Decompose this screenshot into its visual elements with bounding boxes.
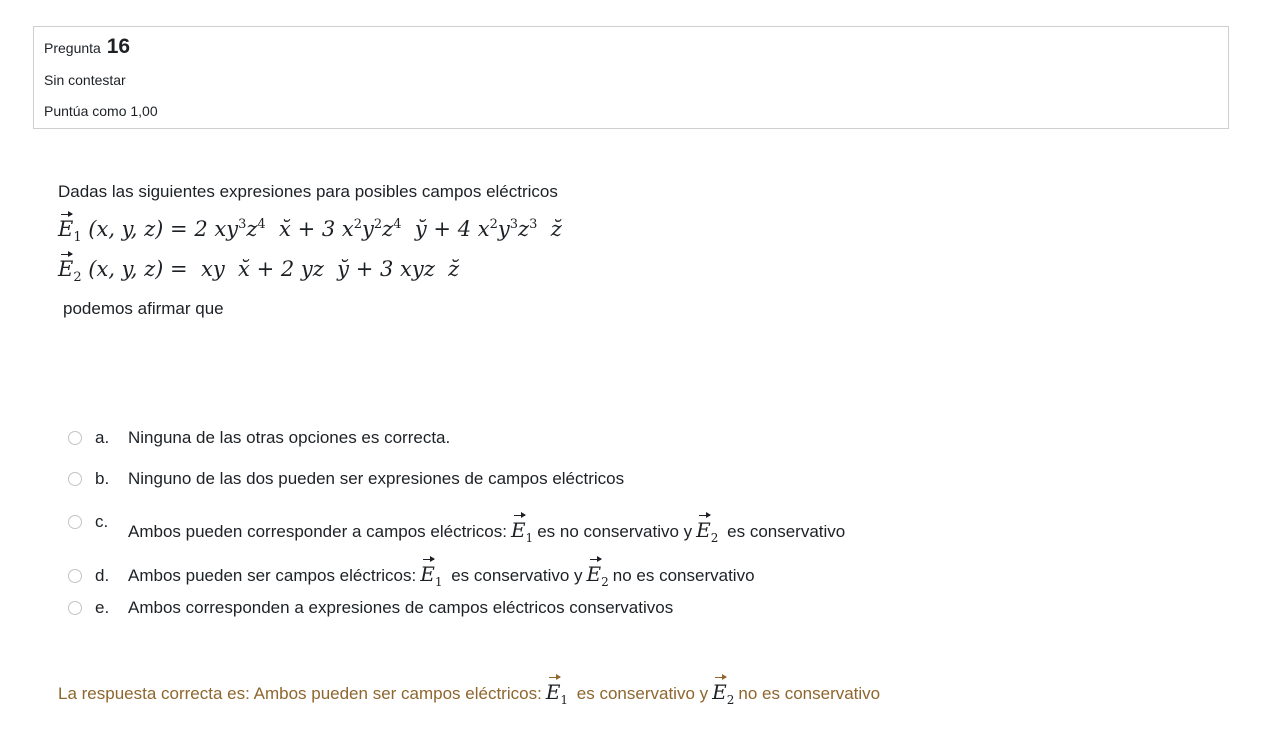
math-e1: E1	[510, 512, 534, 545]
equation-e1: E1 (x, y, z) = 2 xy3z4 x̆ + 3 x2y2z4 y̆ …	[58, 211, 562, 246]
option-letter: b.	[95, 469, 110, 488]
option-text-mid: es no conservativo y	[537, 522, 693, 541]
feedback-mid: es conservativo y	[576, 684, 709, 703]
question-grade: Puntúa como 1,00	[44, 103, 158, 119]
radio-option-b[interactable]	[68, 472, 82, 486]
question-number: Pregunta 16	[44, 35, 130, 59]
math-e1: E1	[545, 674, 569, 707]
radio-option-a[interactable]	[68, 431, 82, 445]
option-text: Ambos pueden corresponder a campos eléct…	[128, 512, 846, 545]
option-a[interactable]: a. Ninguna de las otras opciones es corr…	[68, 428, 450, 448]
option-letter: c.	[95, 512, 109, 531]
option-text: Ninguno de las dos pueden ser expresione…	[128, 469, 625, 488]
math-e2: E2	[712, 674, 735, 707]
option-text-pre: Ambos pueden corresponder a campos eléct…	[128, 522, 507, 541]
question-claim: podemos afirmar que	[63, 299, 224, 318]
question-intro: Dadas las siguientes expresiones para po…	[58, 182, 558, 201]
option-text-post: es conservativo	[727, 522, 846, 541]
feedback-pre: La respuesta correcta es: Ambos pueden s…	[58, 684, 542, 703]
option-c[interactable]: c. Ambos pueden corresponder a campos el…	[68, 512, 845, 545]
option-text-mid: es conservativo y	[451, 566, 583, 585]
radio-option-e[interactable]	[68, 601, 82, 615]
math-e1: E1	[420, 556, 443, 589]
option-text-post: no es conservativo	[612, 566, 755, 585]
question-label: Pregunta	[44, 40, 101, 56]
option-text: Ambos pueden ser campos eléctricos: E1 es…	[128, 556, 755, 589]
equation-e2: E2 (x, y, z) = xy x̆ + 2 yz y̆ + 3 xyz z…	[58, 251, 460, 286]
option-letter: e.	[95, 598, 110, 617]
question-state: Sin contestar	[44, 72, 126, 88]
correct-answer-feedback: La respuesta correcta es: Ambos pueden s…	[58, 674, 881, 707]
radio-option-c[interactable]	[68, 515, 82, 529]
option-b[interactable]: b. Ninguno de las dos pueden ser expresi…	[68, 469, 624, 489]
question-number-value: 16	[106, 35, 131, 58]
option-e[interactable]: e. Ambos corresponden a expresiones de c…	[68, 598, 673, 618]
option-text: Ambos corresponden a expresiones de camp…	[128, 598, 674, 617]
math-e2: E2	[586, 556, 609, 589]
option-text-pre: Ambos pueden ser campos eléctricos:	[128, 566, 417, 585]
option-letter: a.	[95, 428, 110, 447]
option-d[interactable]: d. Ambos pueden ser campos eléctricos: E1…	[68, 556, 755, 589]
radio-option-d[interactable]	[68, 568, 82, 583]
option-text: Ninguna de las otras opciones es correct…	[128, 428, 451, 447]
option-letter: d.	[95, 565, 110, 585]
math-e2: E2	[696, 512, 719, 545]
feedback-post: no es conservativo	[738, 684, 881, 703]
question-info-box: Pregunta 16 Sin contestar Puntúa como 1,…	[33, 26, 1229, 129]
